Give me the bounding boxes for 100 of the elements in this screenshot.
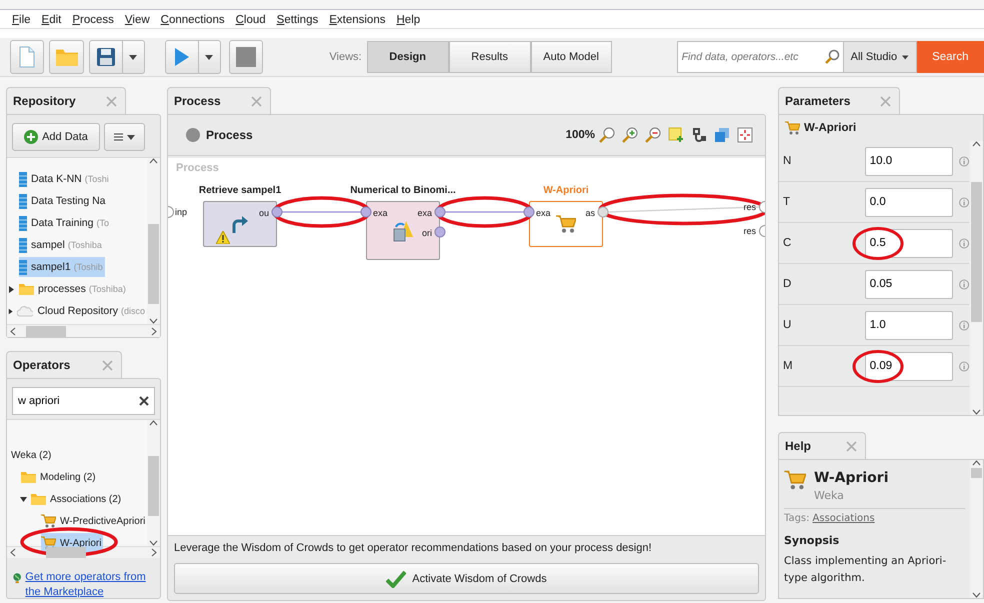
save-button[interactable] bbox=[88, 40, 123, 74]
input-port[interactable] bbox=[524, 206, 534, 218]
operator-box[interactable]: ou bbox=[203, 201, 277, 248]
zoom-reset-icon[interactable] bbox=[599, 127, 615, 144]
menu-item[interactable]: File bbox=[12, 14, 31, 26]
output-port[interactable] bbox=[598, 206, 608, 218]
search-field[interactable]: Find data, operators...etc bbox=[676, 41, 844, 73]
info-icon[interactable] bbox=[958, 278, 969, 290]
search-field[interactable]: w apriori bbox=[12, 387, 155, 415]
output-port[interactable] bbox=[272, 206, 282, 218]
connection-line[interactable] bbox=[445, 212, 524, 214]
connection-line[interactable] bbox=[282, 212, 361, 214]
dropdown-button[interactable] bbox=[198, 40, 221, 74]
layers-icon[interactable] bbox=[714, 127, 730, 144]
scroll-left-icon[interactable] bbox=[10, 548, 16, 557]
info-icon[interactable] bbox=[958, 156, 969, 166]
scroll-down-icon[interactable] bbox=[972, 409, 981, 415]
scrollbar-thumb[interactable] bbox=[971, 182, 982, 322]
expanded-arrow-icon[interactable] bbox=[20, 496, 27, 502]
close-icon[interactable] bbox=[846, 440, 857, 452]
scrollbar-thumb[interactable] bbox=[148, 224, 159, 304]
menu-item[interactable]: Settings bbox=[276, 14, 318, 26]
view-tab[interactable]: Design bbox=[366, 41, 449, 73]
scroll-down-icon[interactable] bbox=[149, 318, 158, 324]
parameter-field[interactable]: 0.0 bbox=[864, 188, 953, 216]
tree-item[interactable]: Cloud Repository (disco bbox=[17, 301, 147, 321]
panel-tab[interactable]: Parameters bbox=[778, 87, 900, 114]
panel-tab[interactable]: Process bbox=[167, 87, 271, 114]
info-icon[interactable] bbox=[958, 196, 969, 208]
tree-item[interactable]: processes (Toshiba) bbox=[19, 279, 128, 299]
menu-item[interactable]: Help bbox=[396, 14, 420, 26]
info-icon[interactable] bbox=[958, 238, 969, 248]
panel-tab[interactable]: Repository bbox=[6, 87, 126, 114]
view-tab[interactable]: Results bbox=[448, 41, 531, 73]
scope-dropdown[interactable]: All Studio bbox=[844, 41, 917, 73]
connection-line[interactable] bbox=[608, 206, 760, 214]
add-data-button[interactable]: Add Data bbox=[12, 123, 100, 151]
scroll-up-icon[interactable] bbox=[149, 158, 158, 164]
operator-box[interactable]: exa as bbox=[529, 201, 603, 248]
dropdown-button[interactable] bbox=[122, 40, 145, 74]
menu-item[interactable]: Edit bbox=[42, 14, 62, 26]
menu-button[interactable] bbox=[104, 123, 145, 151]
info-icon[interactable] bbox=[958, 360, 969, 372]
output-port[interactable] bbox=[434, 226, 446, 238]
marketplace-link[interactable]: Get more operators from the Marketplace bbox=[25, 570, 154, 600]
scroll-right-icon[interactable] bbox=[151, 326, 157, 336]
scrollbar-thumb[interactable] bbox=[971, 468, 982, 478]
panel-tab[interactable]: Help bbox=[778, 432, 866, 459]
parameter-field[interactable]: 10.0 bbox=[864, 146, 953, 176]
close-icon[interactable] bbox=[251, 96, 262, 106]
menu-item[interactable]: Connections bbox=[160, 14, 225, 26]
vertical-scrollbar[interactable] bbox=[147, 158, 160, 324]
close-icon[interactable] bbox=[106, 96, 117, 106]
menu-item[interactable]: Process bbox=[72, 14, 114, 26]
scroll-up-icon[interactable] bbox=[149, 420, 158, 426]
collapsed-arrow-icon[interactable] bbox=[8, 286, 15, 292]
collapsed-arrow-icon[interactable] bbox=[8, 308, 14, 314]
parameter-field[interactable]: 0.05 bbox=[864, 270, 953, 298]
scroll-up-icon[interactable] bbox=[972, 141, 981, 147]
tree-item[interactable]: sampel (Toshiba bbox=[19, 235, 104, 255]
scroll-left-icon[interactable] bbox=[10, 326, 16, 336]
operator-box[interactable]: exa exa ori bbox=[366, 201, 440, 260]
scroll-up-icon[interactable] bbox=[972, 460, 981, 466]
close-icon[interactable] bbox=[880, 96, 891, 106]
tree-item[interactable]: Modeling (2) bbox=[21, 467, 98, 487]
tree-item[interactable]: Associations (2) bbox=[31, 489, 124, 509]
output-port[interactable] bbox=[434, 206, 446, 218]
parameter-field[interactable]: 0.09 bbox=[864, 352, 953, 380]
scroll-down-icon[interactable] bbox=[972, 592, 981, 598]
open-button[interactable] bbox=[49, 40, 84, 74]
view-tab[interactable]: Auto Model bbox=[530, 41, 612, 73]
note-icon[interactable] bbox=[668, 127, 684, 144]
activate-wisdom-button[interactable]: Activate Wisdom of Crowds bbox=[174, 563, 759, 594]
zoom-in-icon[interactable] bbox=[622, 127, 638, 144]
vertical-scrollbar[interactable] bbox=[147, 420, 160, 546]
tag-link[interactable]: Associations bbox=[812, 513, 875, 524]
menu-item[interactable]: View bbox=[124, 14, 150, 26]
panel-tab[interactable]: Operators bbox=[6, 351, 122, 378]
plug-icon[interactable] bbox=[691, 127, 707, 144]
scrollbar-thumb[interactable] bbox=[148, 456, 159, 516]
tree-item[interactable]: W-PredictiveApriori bbox=[41, 511, 148, 531]
tree-item[interactable]: Weka (2) bbox=[11, 445, 54, 465]
scroll-down-icon[interactable] bbox=[149, 540, 158, 546]
tree-item[interactable]: Data Testing Na bbox=[19, 191, 108, 211]
output-port[interactable] bbox=[759, 225, 765, 238]
new-file-button[interactable] bbox=[10, 40, 44, 74]
menu-item[interactable]: Cloud bbox=[236, 14, 266, 26]
zoom-out-icon[interactable] bbox=[645, 127, 661, 144]
tree-item[interactable]: Data K-NN (Toshi bbox=[19, 169, 111, 189]
vertical-scrollbar[interactable] bbox=[970, 141, 983, 415]
menu-item[interactable]: Extensions bbox=[329, 14, 386, 26]
close-icon[interactable] bbox=[102, 360, 113, 370]
horizontal-scrollbar[interactable] bbox=[7, 324, 160, 337]
stop-button[interactable] bbox=[228, 40, 264, 74]
parameter-field[interactable]: 0.5 bbox=[864, 228, 953, 258]
tree-item[interactable]: sampel1 (Toshib bbox=[19, 257, 105, 277]
parameter-field[interactable]: 1.0 bbox=[864, 310, 953, 340]
vertical-scrollbar[interactable] bbox=[970, 460, 983, 598]
info-icon[interactable] bbox=[958, 320, 969, 330]
fit-icon[interactable] bbox=[737, 127, 753, 144]
